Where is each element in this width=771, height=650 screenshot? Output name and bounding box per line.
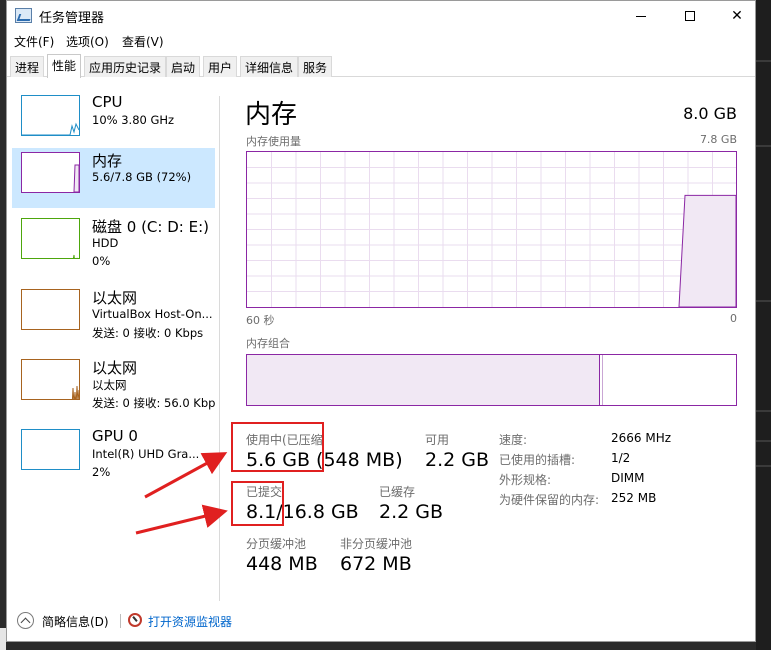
annotation-arrow-1: [144, 452, 228, 499]
annotation-arrows: [135, 452, 228, 535]
annotation-arrow-2: [135, 504, 228, 535]
